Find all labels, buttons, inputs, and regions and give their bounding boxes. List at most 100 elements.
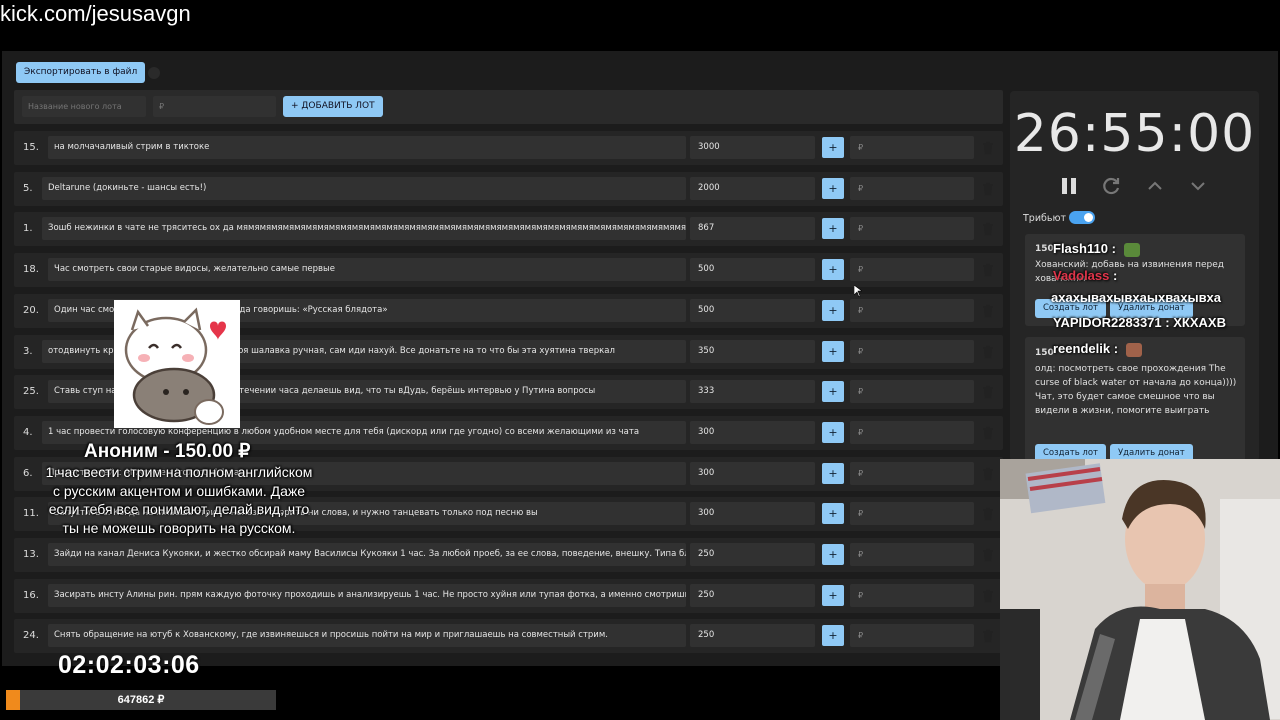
trash-icon[interactable] (982, 548, 994, 562)
mouse-cursor-icon (854, 285, 862, 297)
trash-icon[interactable] (982, 385, 994, 399)
chevron-down-icon[interactable] (1188, 176, 1208, 196)
export-button[interactable]: Экспортировать в файл (16, 62, 146, 83)
lot-row: 18. Час смотреть свои старые видосы, жела… (14, 253, 1003, 288)
lot-add-amount-input[interactable]: ₽ (850, 502, 974, 526)
lot-row: 5. Deltarune (докиньте - шансы есть!) 2000… (14, 171, 1003, 206)
chat-username: Vadolass (1053, 268, 1110, 283)
add-lot-button[interactable]: + ДОБАВИТЬ ЛОТ (283, 96, 383, 117)
chat-message-text: ахахывахывхаыхвахывха (1051, 290, 1222, 305)
lot-row: 16. Засирать инсту Алины рин. прям каждую… (14, 578, 1003, 613)
lot-add-amount-input[interactable]: ₽ (850, 420, 974, 444)
lot-row: 1. Зошб нежинки в чате не тряситесь ох да… (14, 212, 1003, 247)
add-to-lot-button[interactable]: + (822, 299, 844, 321)
add-to-lot-button[interactable]: + (822, 137, 844, 158)
add-to-lot-button[interactable]: + (822, 421, 844, 443)
add-to-lot-button[interactable]: + (822, 625, 844, 647)
lot-amount-field[interactable]: 300 (690, 502, 815, 526)
lot-add-amount-input[interactable]: ₽ (850, 217, 974, 241)
auction-countdown: 02:02:03:06 (58, 651, 200, 679)
trash-icon[interactable] (982, 629, 994, 643)
lot-add-amount-input[interactable]: ₽ (850, 176, 974, 200)
lot-add-amount-input[interactable]: ₽ (850, 624, 974, 648)
lot-add-amount-input[interactable]: ₽ (850, 461, 974, 485)
browser-url: kick.com/jesusavgn (0, 1, 191, 26)
lot-amount-field[interactable]: 250 (690, 543, 815, 566)
add-to-lot-button[interactable]: + (822, 503, 844, 525)
lot-add-amount-input[interactable]: ₽ (850, 258, 974, 282)
lot-amount-field[interactable]: 2000 (690, 176, 815, 200)
lot-number: 5. (23, 182, 33, 194)
trash-icon[interactable] (982, 141, 994, 155)
new-lot-amount-input[interactable] (153, 96, 276, 117)
lot-number: 13. (23, 549, 39, 560)
add-to-lot-button[interactable]: + (822, 218, 844, 240)
add-to-lot-button[interactable]: + (822, 462, 844, 484)
lot-title-input[interactable]: на молчачаливый стрим в тиктоке (48, 136, 686, 159)
lot-amount-field[interactable]: 300 (690, 461, 815, 485)
lot-title-input[interactable]: Зайди на канал Дениса Кукояки, и жестко … (48, 543, 686, 566)
cat-sticker-image (114, 300, 240, 428)
trash-icon[interactable] (982, 589, 994, 603)
lot-add-amount-input[interactable]: ₽ (850, 298, 974, 322)
chat-separator: : (1111, 241, 1116, 256)
frog-emote-icon (1123, 242, 1140, 257)
chat-username: Flash110 (1053, 241, 1108, 256)
reset-icon[interactable] (1101, 176, 1121, 196)
chat-message: Vadolass : (1053, 268, 1117, 283)
new-lot-name-input[interactable] (22, 96, 146, 117)
lot-title-input[interactable]: Час смотреть свои старые видосы, желател… (48, 258, 686, 282)
trash-icon[interactable] (982, 182, 994, 196)
lot-amount-field[interactable]: 250 (690, 583, 815, 607)
trash-icon[interactable] (982, 467, 994, 481)
webcam-feed-image (1000, 459, 1280, 720)
add-to-lot-button[interactable]: + (822, 544, 844, 565)
lot-number: 24. (23, 630, 39, 642)
add-to-lot-button[interactable]: + (822, 381, 844, 403)
lot-title-input[interactable]: Снять обращение на ютуб к Хованскому, гд… (48, 624, 686, 648)
lot-amount-field[interactable]: 3000 (690, 136, 815, 159)
pause-icon[interactable] (1059, 176, 1079, 196)
chat-separator: : (1165, 315, 1170, 330)
trash-icon[interactable] (982, 222, 994, 236)
chat-message: reendelik : (1053, 341, 1142, 357)
lot-add-amount-input[interactable]: ₽ (850, 339, 974, 363)
add-to-lot-button[interactable]: + (822, 259, 844, 281)
add-to-lot-button[interactable]: + (822, 340, 844, 362)
status-dot (148, 67, 160, 79)
tribut-toggle[interactable] (1069, 211, 1095, 224)
lot-add-amount-input[interactable]: ₽ (850, 583, 974, 607)
lot-row: 13. Зайди на канал Дениса Кукояки, и жест… (14, 538, 1003, 572)
lot-title-input[interactable]: Засирать инсту Алины рин. прям каждую фо… (48, 583, 686, 607)
lot-number: 1. (23, 223, 33, 235)
lot-title-input[interactable]: Зошб нежинки в чате не тряситесь ох да м… (42, 217, 686, 241)
lot-title-input[interactable]: Deltarune (докиньте - шансы есть!) (42, 176, 686, 200)
lot-amount-field[interactable]: 300 (690, 420, 815, 444)
chat-username: YAPIDOR2283371 (1053, 315, 1162, 330)
lot-amount-field[interactable]: 333 (690, 380, 815, 404)
lot-row: 15. на молчачаливый стрим в тиктоке 3000 + ₽ (14, 131, 1003, 165)
lot-number: 16. (23, 589, 39, 601)
donation-progress-bar: 647862 ₽ (6, 690, 276, 710)
trash-icon[interactable] (982, 304, 994, 318)
lot-add-amount-input[interactable]: ₽ (850, 136, 974, 159)
chat-separator: : (1113, 268, 1118, 283)
donor-title: Аноним - 150.00 ₽ (84, 441, 251, 462)
lot-amount-field[interactable]: 500 (690, 258, 815, 282)
chevron-up-icon[interactable] (1145, 176, 1165, 196)
chat-separator: : (1113, 341, 1119, 356)
trash-icon[interactable] (982, 263, 994, 277)
lot-number: 15. (23, 142, 39, 153)
lot-row: 24. Снять обращение на ютуб к Хованскому,… (14, 619, 1003, 654)
add-to-lot-button[interactable]: + (822, 584, 844, 606)
lot-amount-field[interactable]: 250 (690, 624, 815, 648)
add-to-lot-button[interactable]: + (822, 177, 844, 199)
trash-icon[interactable] (982, 507, 994, 521)
trash-icon[interactable] (982, 345, 994, 359)
lot-add-amount-input[interactable]: ₽ (850, 380, 974, 404)
trash-icon[interactable] (982, 426, 994, 440)
lot-amount-field[interactable]: 350 (690, 339, 815, 363)
lot-amount-field[interactable]: 500 (690, 298, 815, 322)
lot-amount-field[interactable]: 867 (690, 217, 815, 241)
lot-add-amount-input[interactable]: ₽ (850, 543, 974, 566)
